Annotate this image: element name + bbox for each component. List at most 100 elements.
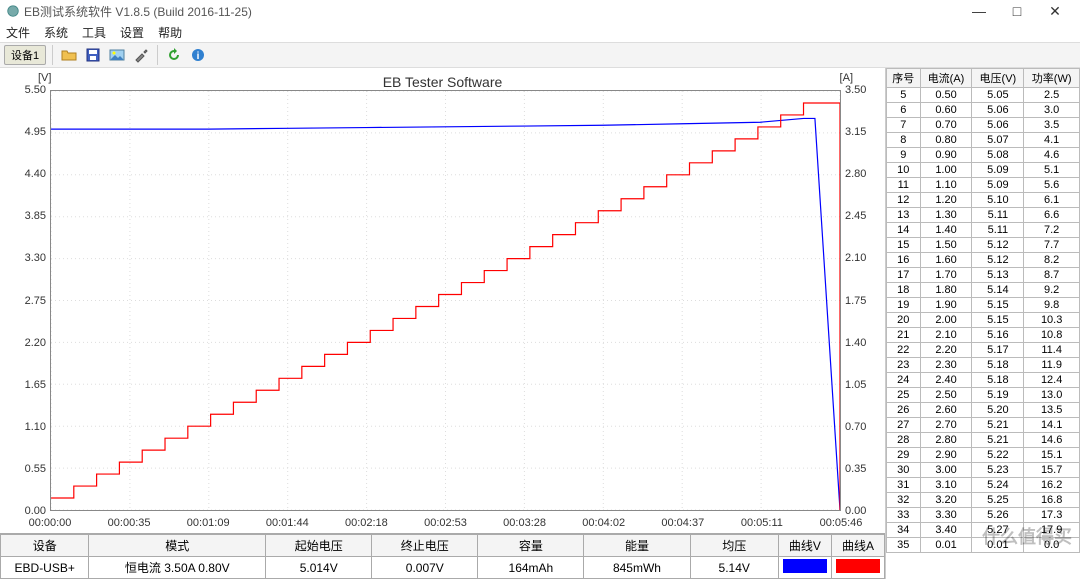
table-row[interactable]: 101.005.095.1	[887, 163, 1080, 178]
ytick-right: 2.80	[845, 168, 879, 180]
table-row[interactable]: 303.005.2315.7	[887, 463, 1080, 478]
xtick: 00:02:53	[424, 517, 467, 529]
hdr-mode: 模式	[89, 535, 266, 557]
refresh-icon[interactable]	[164, 45, 184, 65]
col-power: 功率(W)	[1024, 69, 1080, 88]
hdr-curvea: 曲线A	[831, 535, 884, 557]
table-row[interactable]: 333.305.2617.3	[887, 508, 1080, 523]
y-left-unit: [V]	[38, 72, 51, 84]
table-row[interactable]: 292.905.2215.1	[887, 448, 1080, 463]
table-row[interactable]: 60.605.063.0	[887, 103, 1080, 118]
table-row[interactable]: 272.705.2114.1	[887, 418, 1080, 433]
table-row[interactable]: 282.805.2114.6	[887, 433, 1080, 448]
chart-title: EB Tester Software	[0, 74, 885, 90]
ytick-left: 3.30	[10, 252, 46, 264]
xtick: 00:00:00	[29, 517, 72, 529]
swatch-v	[778, 557, 831, 579]
ytick-right: 0.70	[845, 421, 879, 433]
maximize-button[interactable]: □	[998, 1, 1036, 21]
table-row[interactable]: 121.205.106.1	[887, 193, 1080, 208]
xtick: 00:02:18	[345, 517, 388, 529]
hdr-avgv: 均压	[690, 535, 778, 557]
summary-row[interactable]: EBD-USB+ 恒电流 3.50A 0.80V 5.014V 0.007V 1…	[1, 557, 885, 579]
cell-energy: 845mWh	[584, 557, 690, 579]
tab-device1[interactable]: 设备1	[4, 45, 46, 65]
table-row[interactable]: 50.505.052.5	[887, 88, 1080, 103]
menu-tools[interactable]: 工具	[82, 24, 106, 41]
menu-help[interactable]: 帮助	[158, 24, 182, 41]
ytick-right: 3.15	[845, 126, 879, 138]
y-right-unit: [A]	[840, 72, 853, 84]
app-icon	[6, 4, 20, 18]
ytick-right: 2.45	[845, 210, 879, 222]
table-row[interactable]: 262.605.2013.5	[887, 403, 1080, 418]
menu-file[interactable]: 文件	[6, 24, 30, 41]
table-row[interactable]: 323.205.2516.8	[887, 493, 1080, 508]
ytick-left: 0.55	[10, 463, 46, 475]
ytick-left: 3.85	[10, 210, 46, 222]
table-row[interactable]: 222.205.1711.4	[887, 343, 1080, 358]
table-row[interactable]: 313.105.2416.2	[887, 478, 1080, 493]
minimize-button[interactable]: ―	[960, 1, 998, 21]
table-row[interactable]: 343.405.2717.9	[887, 523, 1080, 538]
table-row[interactable]: 202.005.1510.3	[887, 313, 1080, 328]
col-voltage: 电压(V)	[972, 69, 1024, 88]
hdr-capacity: 容量	[478, 535, 584, 557]
table-row[interactable]: 252.505.1913.0	[887, 388, 1080, 403]
table-row[interactable]: 242.405.1812.4	[887, 373, 1080, 388]
cell-avgv: 5.14V	[690, 557, 778, 579]
open-icon[interactable]	[59, 45, 79, 65]
summary-table: 设备 模式 起始电压 终止电压 容量 能量 均压 曲线V 曲线A EBD-USB…	[0, 533, 885, 579]
cell-startv: 5.014V	[266, 557, 372, 579]
hdr-device: 设备	[1, 535, 89, 557]
table-row[interactable]: 111.105.095.6	[887, 178, 1080, 193]
table-row[interactable]: 151.505.127.7	[887, 238, 1080, 253]
toolbar: 设备1 i	[0, 42, 1080, 68]
data-panel[interactable]: 序号 电流(A) 电压(V) 功率(W) 50.505.052.560.605.…	[885, 68, 1080, 579]
xtick: 00:05:46	[820, 517, 863, 529]
table-row[interactable]: 171.705.138.7	[887, 268, 1080, 283]
hdr-endv: 终止电压	[372, 535, 478, 557]
menu-system[interactable]: 系统	[44, 24, 68, 41]
table-row[interactable]: 161.605.128.2	[887, 253, 1080, 268]
image-icon[interactable]	[107, 45, 127, 65]
ytick-left: 2.20	[10, 337, 46, 349]
table-row[interactable]: 212.105.1610.8	[887, 328, 1080, 343]
ytick-left: 0.00	[10, 505, 46, 517]
ytick-right: 0.35	[845, 463, 879, 475]
hdr-energy: 能量	[584, 535, 690, 557]
swatch-a	[831, 557, 884, 579]
menu-settings[interactable]: 设置	[120, 24, 144, 41]
xtick: 00:04:37	[661, 517, 704, 529]
plot[interactable]	[50, 90, 841, 511]
cell-mode: 恒电流 3.50A 0.80V	[89, 557, 266, 579]
cell-device: EBD-USB+	[1, 557, 89, 579]
toolbar-separator	[157, 45, 158, 65]
table-row[interactable]: 350.010.010.0	[887, 538, 1080, 553]
ytick-left: 5.50	[10, 84, 46, 96]
table-row[interactable]: 131.305.116.6	[887, 208, 1080, 223]
info-icon[interactable]: i	[188, 45, 208, 65]
col-current: 电流(A)	[920, 69, 972, 88]
save-icon[interactable]	[83, 45, 103, 65]
ytick-right: 0.00	[845, 505, 879, 517]
xtick: 00:03:28	[503, 517, 546, 529]
config-icon[interactable]	[131, 45, 151, 65]
xtick: 00:01:44	[266, 517, 309, 529]
ytick-right: 1.05	[845, 379, 879, 391]
table-row[interactable]: 141.405.117.2	[887, 223, 1080, 238]
ytick-left: 1.65	[10, 379, 46, 391]
table-row[interactable]: 191.905.159.8	[887, 298, 1080, 313]
table-row[interactable]: 80.805.074.1	[887, 133, 1080, 148]
ytick-right: 1.75	[845, 295, 879, 307]
table-row[interactable]: 232.305.1811.9	[887, 358, 1080, 373]
table-row[interactable]: 90.905.084.6	[887, 148, 1080, 163]
table-row[interactable]: 181.805.149.2	[887, 283, 1080, 298]
table-row[interactable]: 70.705.063.5	[887, 118, 1080, 133]
xtick: 00:01:09	[187, 517, 230, 529]
menubar: 文件 系统 工具 设置 帮助	[0, 22, 1080, 42]
hdr-startv: 起始电压	[266, 535, 372, 557]
xtick: 00:00:35	[108, 517, 151, 529]
hdr-curvev: 曲线V	[778, 535, 831, 557]
close-button[interactable]: ✕	[1036, 1, 1074, 21]
